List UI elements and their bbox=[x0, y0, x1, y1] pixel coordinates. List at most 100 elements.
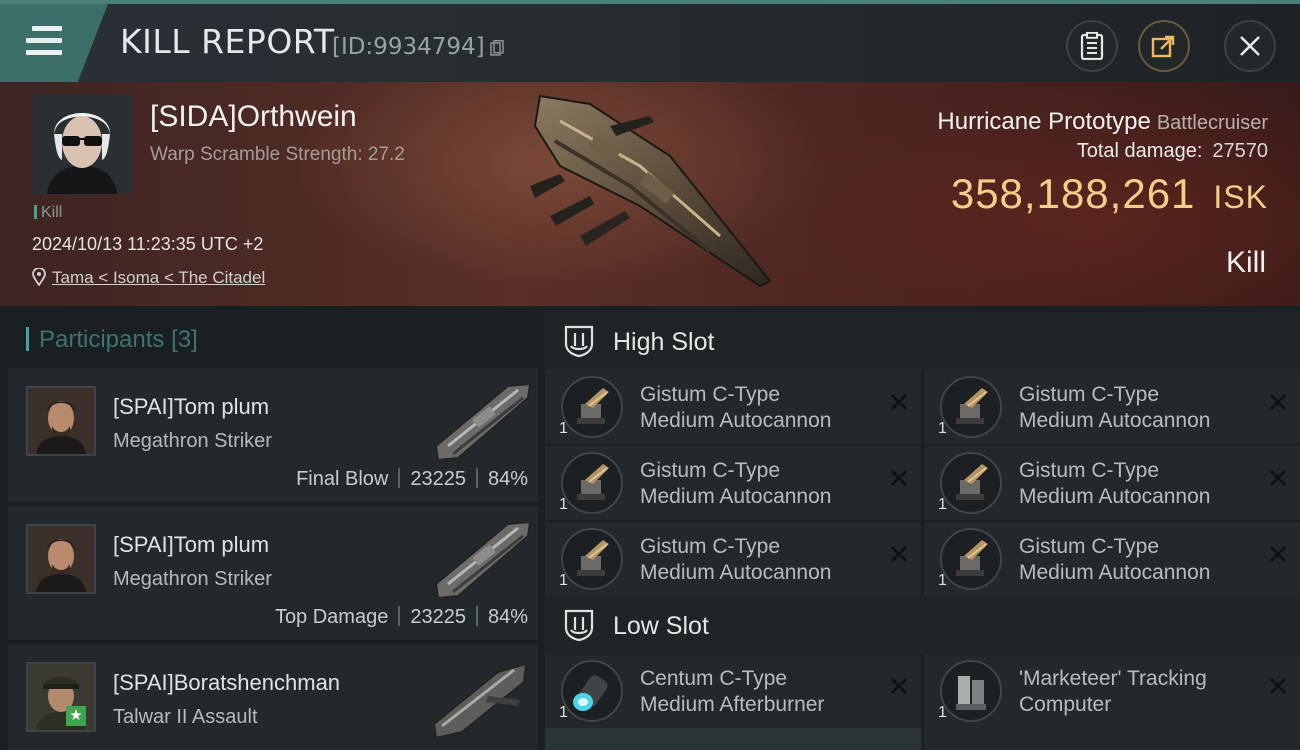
high-slot-icon bbox=[564, 325, 594, 358]
kill-tag-label: Kill bbox=[41, 204, 63, 221]
participant-percent: 84% bbox=[487, 606, 528, 628]
victim-avatar[interactable] bbox=[32, 94, 132, 194]
participant-name[interactable]: [SPAI]Tom plum bbox=[113, 394, 269, 420]
participant-row[interactable]: [SPAI]Tom plum Megathron Striker Final B… bbox=[8, 368, 538, 502]
module-quantity: 1 bbox=[559, 704, 568, 721]
total-damage: Total damage: 27570 bbox=[1077, 140, 1268, 163]
participant-row[interactable]: [SPAI]Tom plum Megathron Striker Top Dam… bbox=[8, 506, 538, 640]
module-item[interactable]: 1 Gistum C-Type Medium Autocannon bbox=[545, 522, 921, 596]
module-name: Centum C-Type Medium Afterburner bbox=[640, 666, 880, 718]
victim-ship-class: Battlecruiser bbox=[1156, 112, 1268, 134]
participant-percent: 84% bbox=[487, 468, 528, 490]
module-name: 'Marketeer' Tracking Computer bbox=[1019, 666, 1259, 718]
module-item-partial[interactable] bbox=[545, 728, 921, 750]
high-slot-header: High Slot bbox=[545, 312, 1300, 370]
module-name-line2: Medium Autocannon bbox=[1019, 561, 1211, 584]
participant-name[interactable]: [SPAI]Tom plum bbox=[113, 532, 269, 558]
participant-ship-icon[interactable] bbox=[428, 376, 538, 466]
participant-portrait-icon bbox=[28, 388, 94, 454]
module-quantity: 1 bbox=[559, 496, 568, 513]
module-item[interactable]: 1 Gistum C-Type Medium Autocannon bbox=[924, 446, 1300, 520]
module-item[interactable]: 1 Gistum C-Type Medium Autocannon bbox=[545, 446, 921, 520]
module-item[interactable]: 1 Centum C-Type Medium Afterburner bbox=[545, 654, 921, 728]
victim-panel: [SIDA]Orthwein Warp Scramble Strength: 2… bbox=[0, 82, 1300, 306]
module-quantity: 1 bbox=[938, 704, 947, 721]
module-name: Gistum C-Type Medium Autocannon bbox=[640, 534, 880, 586]
participant-ship: Megathron Striker bbox=[113, 568, 272, 590]
share-icon bbox=[1151, 35, 1175, 58]
participant-ship: Megathron Striker bbox=[113, 430, 272, 452]
warp-scramble-strength: Warp Scramble Strength: 27.2 bbox=[150, 144, 405, 165]
kill-location[interactable]: Tama < Isoma < The Citadel bbox=[32, 267, 265, 288]
module-name-line1: Centum C-Type bbox=[640, 667, 788, 690]
star-badge-icon: ★ bbox=[66, 706, 86, 726]
location-link[interactable]: Tama < Isoma < The Citadel bbox=[52, 268, 265, 287]
module-name-line1: 'Marketeer' Tracking bbox=[1019, 667, 1207, 690]
module-name-line2: Computer bbox=[1019, 693, 1112, 716]
module-name: Gistum C-Type Medium Autocannon bbox=[640, 458, 880, 510]
module-item[interactable]: 1 'Marketeer' Tracking Computer bbox=[924, 654, 1300, 728]
participant-name[interactable]: [SPAI]Boratshenchman bbox=[113, 670, 340, 696]
kill-datetime: 2024/10/13 11:23:35 UTC +2 bbox=[32, 234, 264, 254]
menu-button[interactable] bbox=[0, 4, 108, 82]
participant-ship-icon[interactable] bbox=[428, 514, 538, 604]
participant-stats: Final Blow 23225 84% bbox=[296, 468, 528, 491]
low-slot-header: Low Slot bbox=[545, 596, 1300, 654]
module-name: Gistum C-Type Medium Autocannon bbox=[1019, 382, 1259, 434]
module-item-partial[interactable] bbox=[924, 728, 1300, 750]
destroyed-x-icon bbox=[891, 678, 907, 694]
participants-count: [3] bbox=[171, 326, 198, 353]
module-name-line1: Gistum C-Type bbox=[640, 383, 781, 406]
close-button[interactable] bbox=[1224, 20, 1276, 72]
participant-avatar[interactable] bbox=[26, 386, 96, 456]
ship-render-icon[interactable] bbox=[520, 86, 790, 296]
location-pin-icon bbox=[32, 267, 46, 287]
autocannon-icon bbox=[940, 528, 1002, 590]
autocannon-icon bbox=[940, 376, 1002, 438]
module-quantity: 1 bbox=[559, 420, 568, 437]
module-name-line1: Gistum C-Type bbox=[1019, 459, 1160, 482]
participant-damage: 23225 bbox=[410, 606, 466, 628]
module-name-line2: Medium Autocannon bbox=[640, 561, 832, 584]
total-damage-label: Total damage: bbox=[1076, 140, 1203, 162]
participant-role: Final Blow bbox=[296, 468, 389, 490]
participants-label: Participants bbox=[39, 326, 165, 353]
participant-row[interactable]: ★ [SPAI]Boratshenchman Talwar II Assault bbox=[8, 644, 538, 750]
module-name-line2: Medium Autocannon bbox=[640, 485, 832, 508]
hamburger-icon bbox=[26, 26, 62, 62]
afterburner-icon bbox=[561, 660, 623, 722]
victim-ship[interactable]: Hurricane Prototype Battlecruiser bbox=[937, 108, 1268, 136]
participant-avatar[interactable] bbox=[26, 524, 96, 594]
participant-portrait-icon bbox=[28, 526, 94, 592]
close-icon bbox=[1240, 36, 1260, 56]
participant-ship-icon[interactable] bbox=[428, 652, 538, 742]
kill-result: Kill bbox=[1225, 246, 1266, 279]
module-quantity: 1 bbox=[938, 420, 947, 437]
share-button[interactable] bbox=[1138, 20, 1190, 72]
total-damage-value: 27570 bbox=[1212, 140, 1268, 162]
participants-header: Participants [3] bbox=[26, 326, 198, 354]
module-item[interactable]: 1 Gistum C-Type Medium Autocannon bbox=[924, 522, 1300, 596]
module-quantity: 1 bbox=[938, 496, 947, 513]
module-item[interactable]: 1 Gistum C-Type Medium Autocannon bbox=[924, 370, 1300, 444]
clipboard-button[interactable] bbox=[1066, 20, 1118, 72]
victim-ship-name: Hurricane Prototype bbox=[937, 108, 1151, 135]
kill-tag: Kill bbox=[34, 204, 62, 222]
participant-damage: 23225 bbox=[410, 468, 466, 490]
copy-icon[interactable] bbox=[490, 40, 504, 56]
module-quantity: 1 bbox=[559, 572, 568, 589]
module-name: Gistum C-Type Medium Autocannon bbox=[1019, 458, 1259, 510]
participant-stats: Top Damage 23225 84% bbox=[275, 606, 528, 629]
module-name-line1: Gistum C-Type bbox=[1019, 535, 1160, 558]
report-id: [ID:9934794] bbox=[332, 34, 485, 60]
clipboard-icon bbox=[1080, 32, 1104, 60]
participants-panel: Participants [3] [SPAI]Tom plum Megathro… bbox=[0, 306, 542, 750]
top-bar: KILL REPORT [ID:9934794] bbox=[0, 0, 1300, 82]
module-name-line2: Medium Autocannon bbox=[1019, 485, 1211, 508]
isk-unit: ISK bbox=[1213, 179, 1268, 215]
autocannon-icon bbox=[561, 376, 623, 438]
victim-name[interactable]: [SIDA]Orthwein bbox=[150, 100, 357, 134]
destroyed-x-icon bbox=[891, 470, 907, 486]
autocannon-icon bbox=[561, 452, 623, 514]
module-item[interactable]: 1 Gistum C-Type Medium Autocannon bbox=[545, 370, 921, 444]
